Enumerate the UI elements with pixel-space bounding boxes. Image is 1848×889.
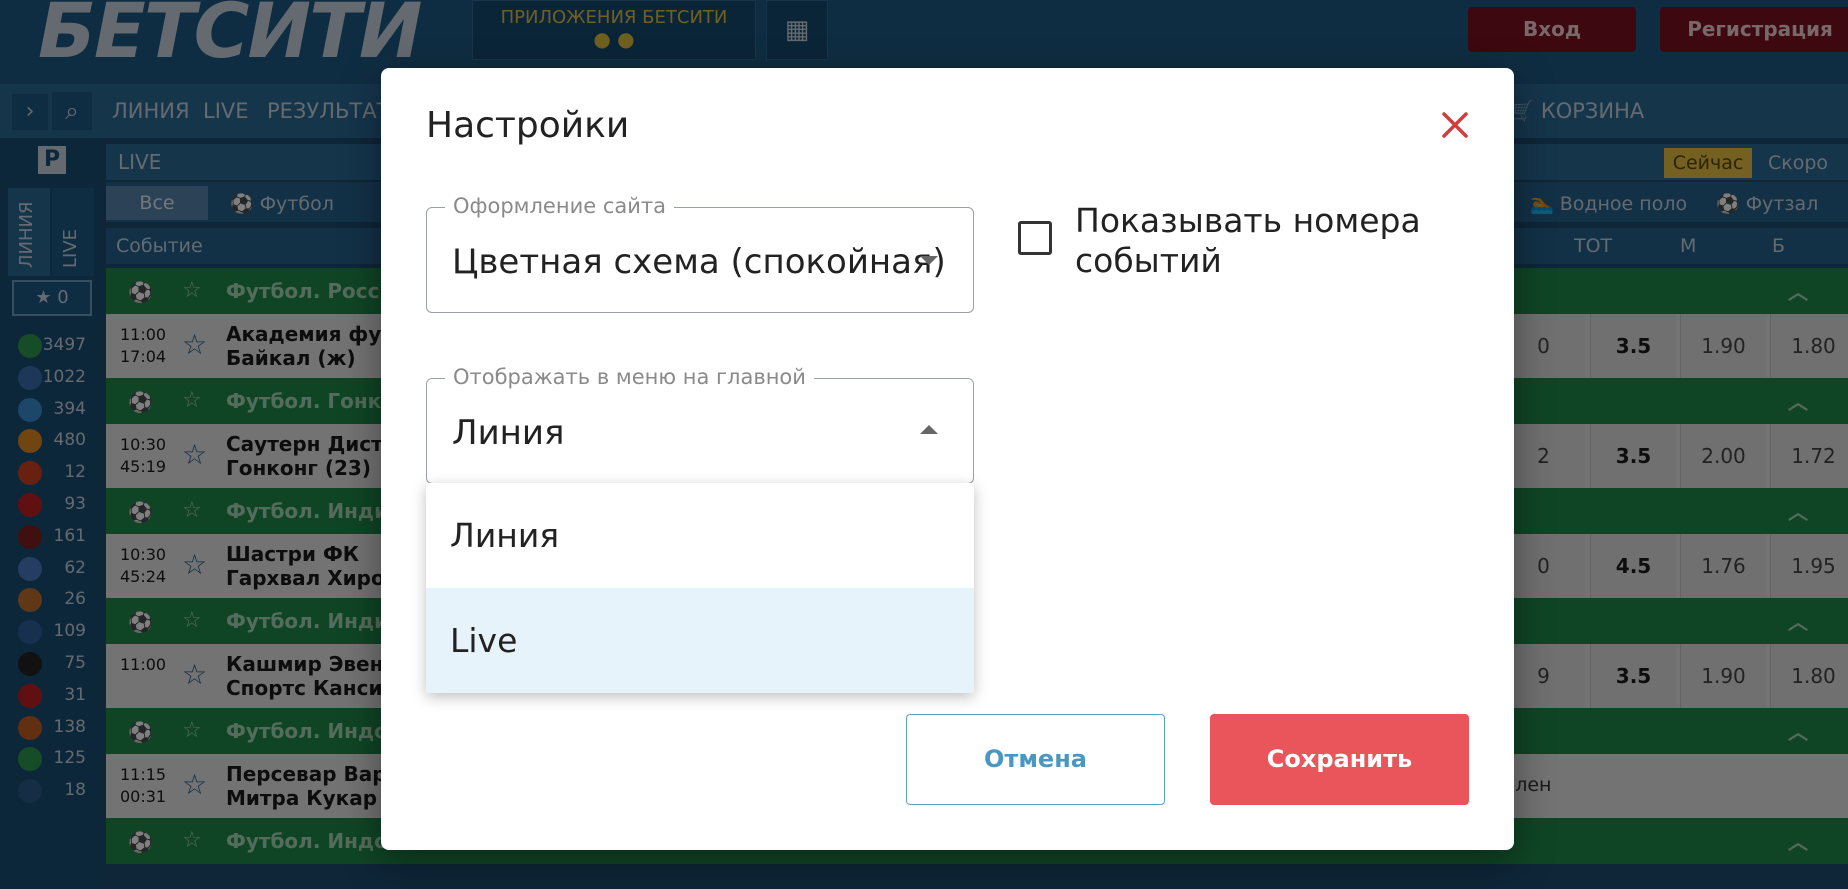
cancel-button[interactable]: Отмена	[906, 714, 1165, 805]
option-live[interactable]: Live	[426, 588, 974, 693]
design-select-label: Оформление сайта	[445, 194, 674, 218]
menu-select-value: Линия	[452, 413, 565, 453]
design-select[interactable]: Оформление сайта Цветная схема (спокойна…	[426, 194, 974, 313]
save-button[interactable]: Сохранить	[1210, 714, 1469, 805]
option-line[interactable]: Линия	[426, 483, 974, 588]
chevron-down-icon	[920, 256, 938, 265]
chevron-up-icon	[920, 425, 938, 434]
close-icon[interactable]	[1436, 106, 1474, 144]
menu-select-dropdown: Линия Live	[426, 483, 974, 693]
show-numbers-label[interactable]: Показывать номера событий	[1075, 201, 1455, 281]
modal-title: Настройки	[426, 105, 630, 146]
page: БЕТСИТИ ПРИЛОЖЕНИЯ БЕТСИТИ ● ● ▦ Вход Ре…	[0, 0, 1848, 889]
show-numbers-checkbox[interactable]	[1018, 221, 1052, 255]
settings-modal: Настройки Оформление сайта Цветная схема…	[381, 68, 1514, 850]
menu-select[interactable]: Отображать в меню на главной Линия	[426, 365, 974, 484]
menu-select-label: Отображать в меню на главной	[445, 365, 814, 389]
design-select-value: Цветная схема (спокойная)	[452, 242, 946, 282]
